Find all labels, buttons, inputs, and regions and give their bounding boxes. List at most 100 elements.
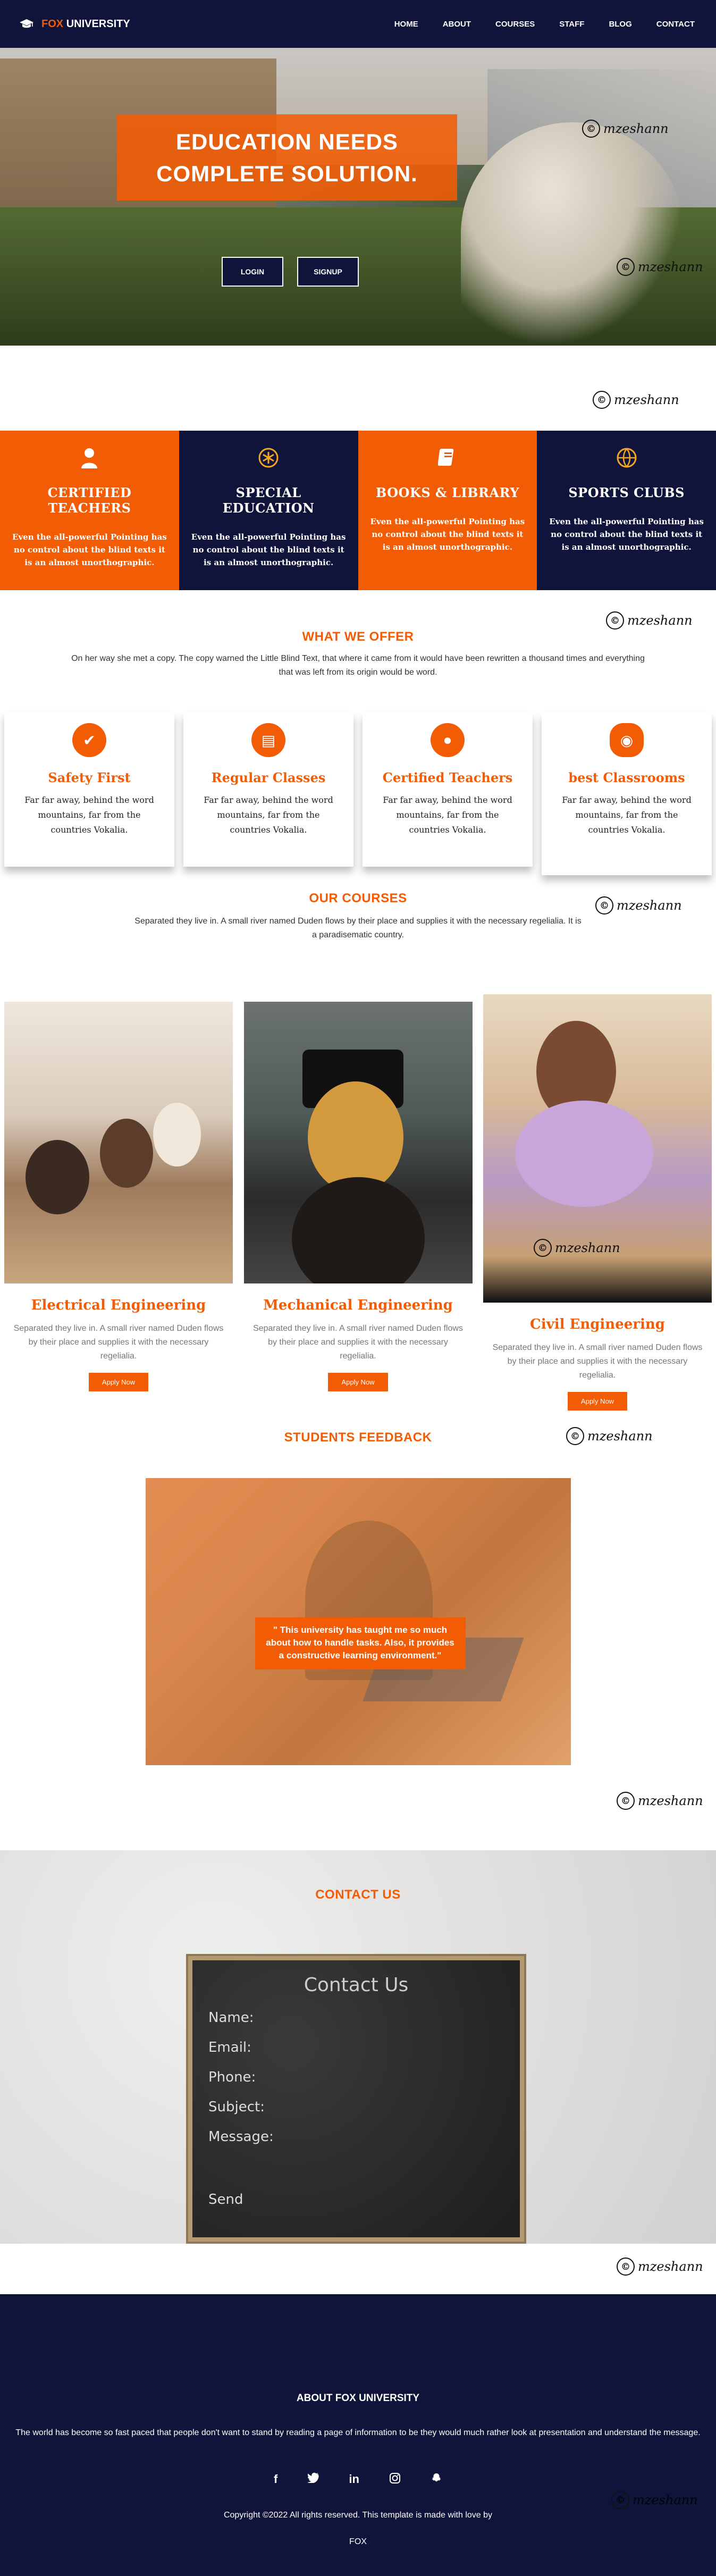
message-field[interactable]: Message: <box>208 2129 504 2159</box>
offer-card-classes: ▤ Regular Classes Far far away, behind t… <box>183 712 353 867</box>
nav-menu: HOME ABOUT COURSES STAFF BLOG CONTACT <box>394 20 695 29</box>
feedback-image: " This university has taught me so much … <box>145 1478 571 1765</box>
copyright-icon: © <box>595 896 613 914</box>
nav-link-blog[interactable]: BLOG <box>609 20 631 29</box>
hero-title: EDUCATION NEEDS COMPLETE SOLUTION. <box>156 129 418 186</box>
nav-link-home[interactable]: HOME <box>394 20 418 29</box>
feature-title: BOOKS & LIBRARY <box>375 485 519 500</box>
offer-card-title: Certified Teachers <box>382 770 513 785</box>
watermark-text: mzeshann <box>638 1793 703 1808</box>
watermark-text: mzeshann <box>638 259 703 274</box>
watermark: © mzeshann <box>617 2258 703 2276</box>
course-card-electrical: Electrical Engineering Separated they li… <box>4 1002 233 1391</box>
nav-link-contact[interactable]: CONTACT <box>656 20 695 29</box>
feature-special-education: SPECIAL EDUCATION Even the all-powerful … <box>179 431 358 590</box>
watermark: © mzeshann <box>595 896 682 914</box>
ball-icon <box>614 446 639 470</box>
footer-heading: ABOUT FOX UNIVERSITY <box>296 2393 420 2404</box>
signup-button[interactable]: SIGNUP <box>297 257 359 287</box>
watermark-text: mzeshann <box>633 2493 698 2507</box>
name-field[interactable]: Name: <box>208 2010 504 2040</box>
watermark: © mzeshann <box>617 1792 703 1810</box>
apply-now-button[interactable]: Apply Now <box>88 1373 149 1391</box>
contact-heading: CONTACT US <box>315 1887 401 1902</box>
course-text: Separated they live in. A small river na… <box>492 1343 703 1380</box>
offer-card-text: Far far away, behind the word mountains,… <box>24 795 154 835</box>
facebook-icon[interactable]: f <box>274 2472 277 2487</box>
course-cards: Electrical Engineering Separated they li… <box>0 994 716 1430</box>
copyright-icon: © <box>593 391 611 409</box>
watermark-text: mzeshann <box>638 2259 703 2274</box>
watermark-text: mzeshann <box>587 1429 653 1444</box>
offer-card-text: Far far away, behind the word mountains,… <box>383 795 512 835</box>
feature-text: Even the all-powerful Pointing has no co… <box>370 517 525 552</box>
nav-link-courses[interactable]: COURSES <box>495 20 535 29</box>
copyright-icon: © <box>617 1792 635 1810</box>
course-image <box>243 1002 473 1283</box>
course-image: © mzeshann <box>483 994 712 1303</box>
subject-field[interactable]: Subject: <box>208 2099 504 2129</box>
brand-name-primary: FOX <box>41 18 64 30</box>
copyright-icon: © <box>582 120 600 138</box>
copyright-icon: © <box>617 258 635 276</box>
nav-link-about[interactable]: ABOUT <box>443 20 471 29</box>
course-card-civil: © mzeshann Civil Engineering Separated th… <box>483 994 712 1411</box>
watermark: © mzeshann <box>582 120 669 138</box>
watermark: © mzeshann <box>566 1427 653 1445</box>
apply-now-button[interactable]: Apply Now <box>328 1373 388 1391</box>
nav-link-staff[interactable]: STAFF <box>559 20 584 29</box>
offer-card-safety: ✔ Safety First Far far away, behind the … <box>4 712 174 867</box>
features-strip: CERTIFIED TEACHERS Even the all-powerful… <box>0 431 716 590</box>
contact-section-header: CONTACT US <box>0 1850 716 1902</box>
social-links: f in <box>0 2472 716 2487</box>
brand-logo[interactable]: FOX UNIVERSITY <box>19 18 130 30</box>
feedback-section-header: STUDENTS FEEDBACK © mzeshann <box>0 1427 716 1478</box>
contact-form: Contact Us Name: Email: Phone: Subject: … <box>192 1960 520 2237</box>
image-figure <box>515 1101 653 1207</box>
course-title: Electrical Engineering <box>31 1297 206 1313</box>
send-button[interactable]: Send <box>208 2192 504 2208</box>
watermark: © mzeshann <box>593 391 679 409</box>
navbar: FOX UNIVERSITY HOME ABOUT COURSES STAFF … <box>0 0 716 48</box>
offer-section-header: WHAT WE OFFER On her way she met a copy.… <box>0 590 716 712</box>
instagram-icon[interactable] <box>389 2472 401 2487</box>
feature-certified-teachers: CERTIFIED TEACHERS Even the all-powerful… <box>0 431 179 590</box>
person-icon <box>77 446 102 470</box>
hero-section: EDUCATION NEEDS COMPLETE SOLUTION. LOGIN… <box>0 48 716 346</box>
courses-description: Separated they live in. A small river na… <box>134 917 582 939</box>
book-open-icon: ▤ <box>251 723 285 757</box>
course-text: Separated they live in. A small river na… <box>253 1324 463 1361</box>
watermark: © mzeshann <box>617 258 703 276</box>
image-figure <box>153 1103 201 1167</box>
book-icon <box>435 446 460 470</box>
sun-icon: ● <box>431 723 465 757</box>
feature-sports-clubs: SPORTS CLUBS Even the all-powerful Point… <box>537 431 716 590</box>
apply-now-button[interactable]: Apply Now <box>567 1392 628 1411</box>
feature-title: SPORTS CLUBS <box>568 485 685 500</box>
feature-text: Even the all-powerful Pointing has no co… <box>549 517 704 552</box>
twitter-icon[interactable] <box>307 2472 319 2487</box>
login-button[interactable]: LOGIN <box>222 257 283 287</box>
course-title: Civil Engineering <box>530 1316 665 1332</box>
offer-card-title: best Classrooms <box>568 770 685 785</box>
feature-text: Even the all-powerful Pointing has no co… <box>191 532 346 567</box>
image-figure <box>307 1081 403 1193</box>
hero-buttons: LOGIN SIGNUP <box>222 257 359 287</box>
linkedin-icon[interactable]: in <box>349 2472 359 2487</box>
courses-section-header: OUR COURSES Separated they live in. A sm… <box>0 875 716 994</box>
offer-card-title: Safety First <box>48 770 131 785</box>
course-text: Separated they live in. A small river na… <box>13 1324 224 1361</box>
copyright-icon: © <box>606 611 624 630</box>
graduation-cap-icon <box>20 19 33 28</box>
watermark-text: mzeshann <box>555 1240 620 1255</box>
email-field[interactable]: Email: <box>208 2040 504 2069</box>
eye-icon: ◉ <box>610 723 644 757</box>
feedback-quote: " This university has taught me so much … <box>255 1617 466 1669</box>
watermark: © mzeshann <box>534 1239 620 1257</box>
phone-field[interactable]: Phone: <box>208 2069 504 2099</box>
image-figure <box>26 1140 89 1214</box>
offer-card-classrooms: ◉ best Classrooms Far far away, behind t… <box>542 712 712 875</box>
snapchat-icon[interactable] <box>431 2472 442 2487</box>
course-card-mechanical: Mechanical Engineering Separated they li… <box>243 1002 473 1391</box>
hero-title-box: EDUCATION NEEDS COMPLETE SOLUTION. <box>117 114 457 200</box>
